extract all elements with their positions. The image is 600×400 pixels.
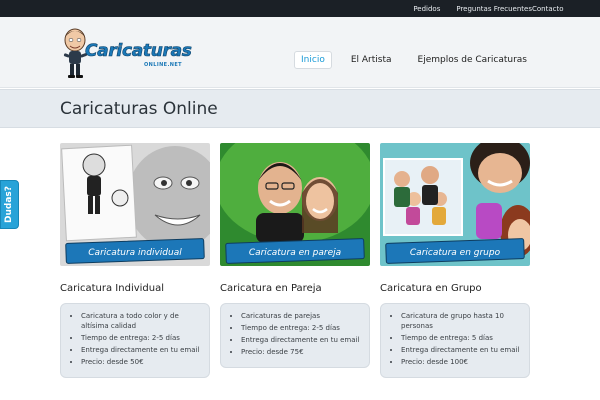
caricature-individual-illustration: Caricatura individual: [60, 143, 210, 266]
caricature-group-illustration: Caricatura en grupo: [380, 143, 530, 266]
nav-item-inicio[interactable]: Inicio: [294, 51, 332, 69]
banner-grupo: Caricatura en grupo: [410, 248, 501, 258]
card-title: Caricatura Individual: [60, 283, 165, 294]
feature-item: Entrega directamente en tu email: [401, 345, 521, 355]
top-links: Pedidos Preguntas Frecuentes Contacto: [413, 0, 563, 17]
feature-item: Tiempo de entrega: 2-5 días: [81, 333, 201, 343]
card-image-individual[interactable]: Caricatura individual: [60, 143, 210, 266]
feature-item: Precio: desde 75€: [241, 347, 361, 357]
card-image-grupo[interactable]: Caricatura en grupo: [380, 143, 530, 266]
link-preguntas-frecuentes[interactable]: Preguntas Frecuentes: [456, 5, 532, 13]
feature-item: Caricatura a todo color y de altísima ca…: [81, 311, 201, 331]
page-title-bar: Caricaturas Online: [0, 89, 600, 128]
main-nav: Inicio El Artista Ejemplos de Caricatura…: [294, 51, 534, 69]
card-pareja: Caricatura en pareja Caricatura en Parej…: [220, 143, 370, 368]
page-title: Caricaturas Online: [60, 99, 218, 119]
feature-item: Entrega directamente en tu email: [241, 335, 361, 345]
link-contacto[interactable]: Contacto: [532, 5, 600, 13]
logo-subtext: ONLINE.NET: [144, 62, 182, 68]
caricature-couple-illustration: Caricatura en pareja: [220, 143, 370, 266]
card-features-box: Caricatura a todo color y de altísima ca…: [60, 303, 210, 378]
feature-item: Tiempo de entrega: 2-5 días: [241, 323, 361, 333]
feature-item: Entrega directamente en tu email: [81, 345, 201, 355]
nav-item-ejemplos[interactable]: Ejemplos de Caricaturas: [411, 51, 534, 69]
card-individual: Caricatura individual Caricatura Individ…: [60, 143, 210, 378]
feature-item: Precio: desde 100€: [401, 357, 521, 367]
site-header: Caricaturas ONLINE.NET Inicio El Artista…: [0, 17, 600, 88]
card-features-box: Caricaturas de parejas Tiempo de entrega…: [220, 303, 370, 368]
card-title: Caricatura en Pareja: [220, 283, 322, 294]
top-bar: Pedidos Preguntas Frecuentes Contacto: [0, 0, 600, 17]
dudas-label: Dudas?: [4, 186, 14, 223]
banner-individual: Caricatura individual: [88, 248, 182, 258]
banner-pareja: Caricatura en pareja: [249, 248, 341, 258]
card-grupo: Caricatura en grupo Caricatura en Grupo …: [380, 143, 530, 378]
card-title: Caricatura en Grupo: [380, 283, 482, 294]
card-features-box: Caricatura de grupo hasta 10 personas Ti…: [380, 303, 530, 378]
feature-item: Caricaturas de parejas: [241, 311, 361, 321]
feature-item: Precio: desde 50€: [81, 357, 201, 367]
site-logo[interactable]: Caricaturas ONLINE.NET: [60, 27, 192, 79]
dudas-side-tab[interactable]: Dudas?: [0, 180, 19, 229]
feature-item: Caricatura de grupo hasta 10 personas: [401, 311, 521, 331]
card-image-pareja[interactable]: Caricatura en pareja: [220, 143, 370, 266]
link-pedidos[interactable]: Pedidos: [413, 5, 440, 13]
logo-text: Caricaturas: [85, 41, 193, 62]
feature-item: Tiempo de entrega: 5 días: [401, 333, 521, 343]
nav-item-el-artista[interactable]: El Artista: [344, 51, 399, 69]
